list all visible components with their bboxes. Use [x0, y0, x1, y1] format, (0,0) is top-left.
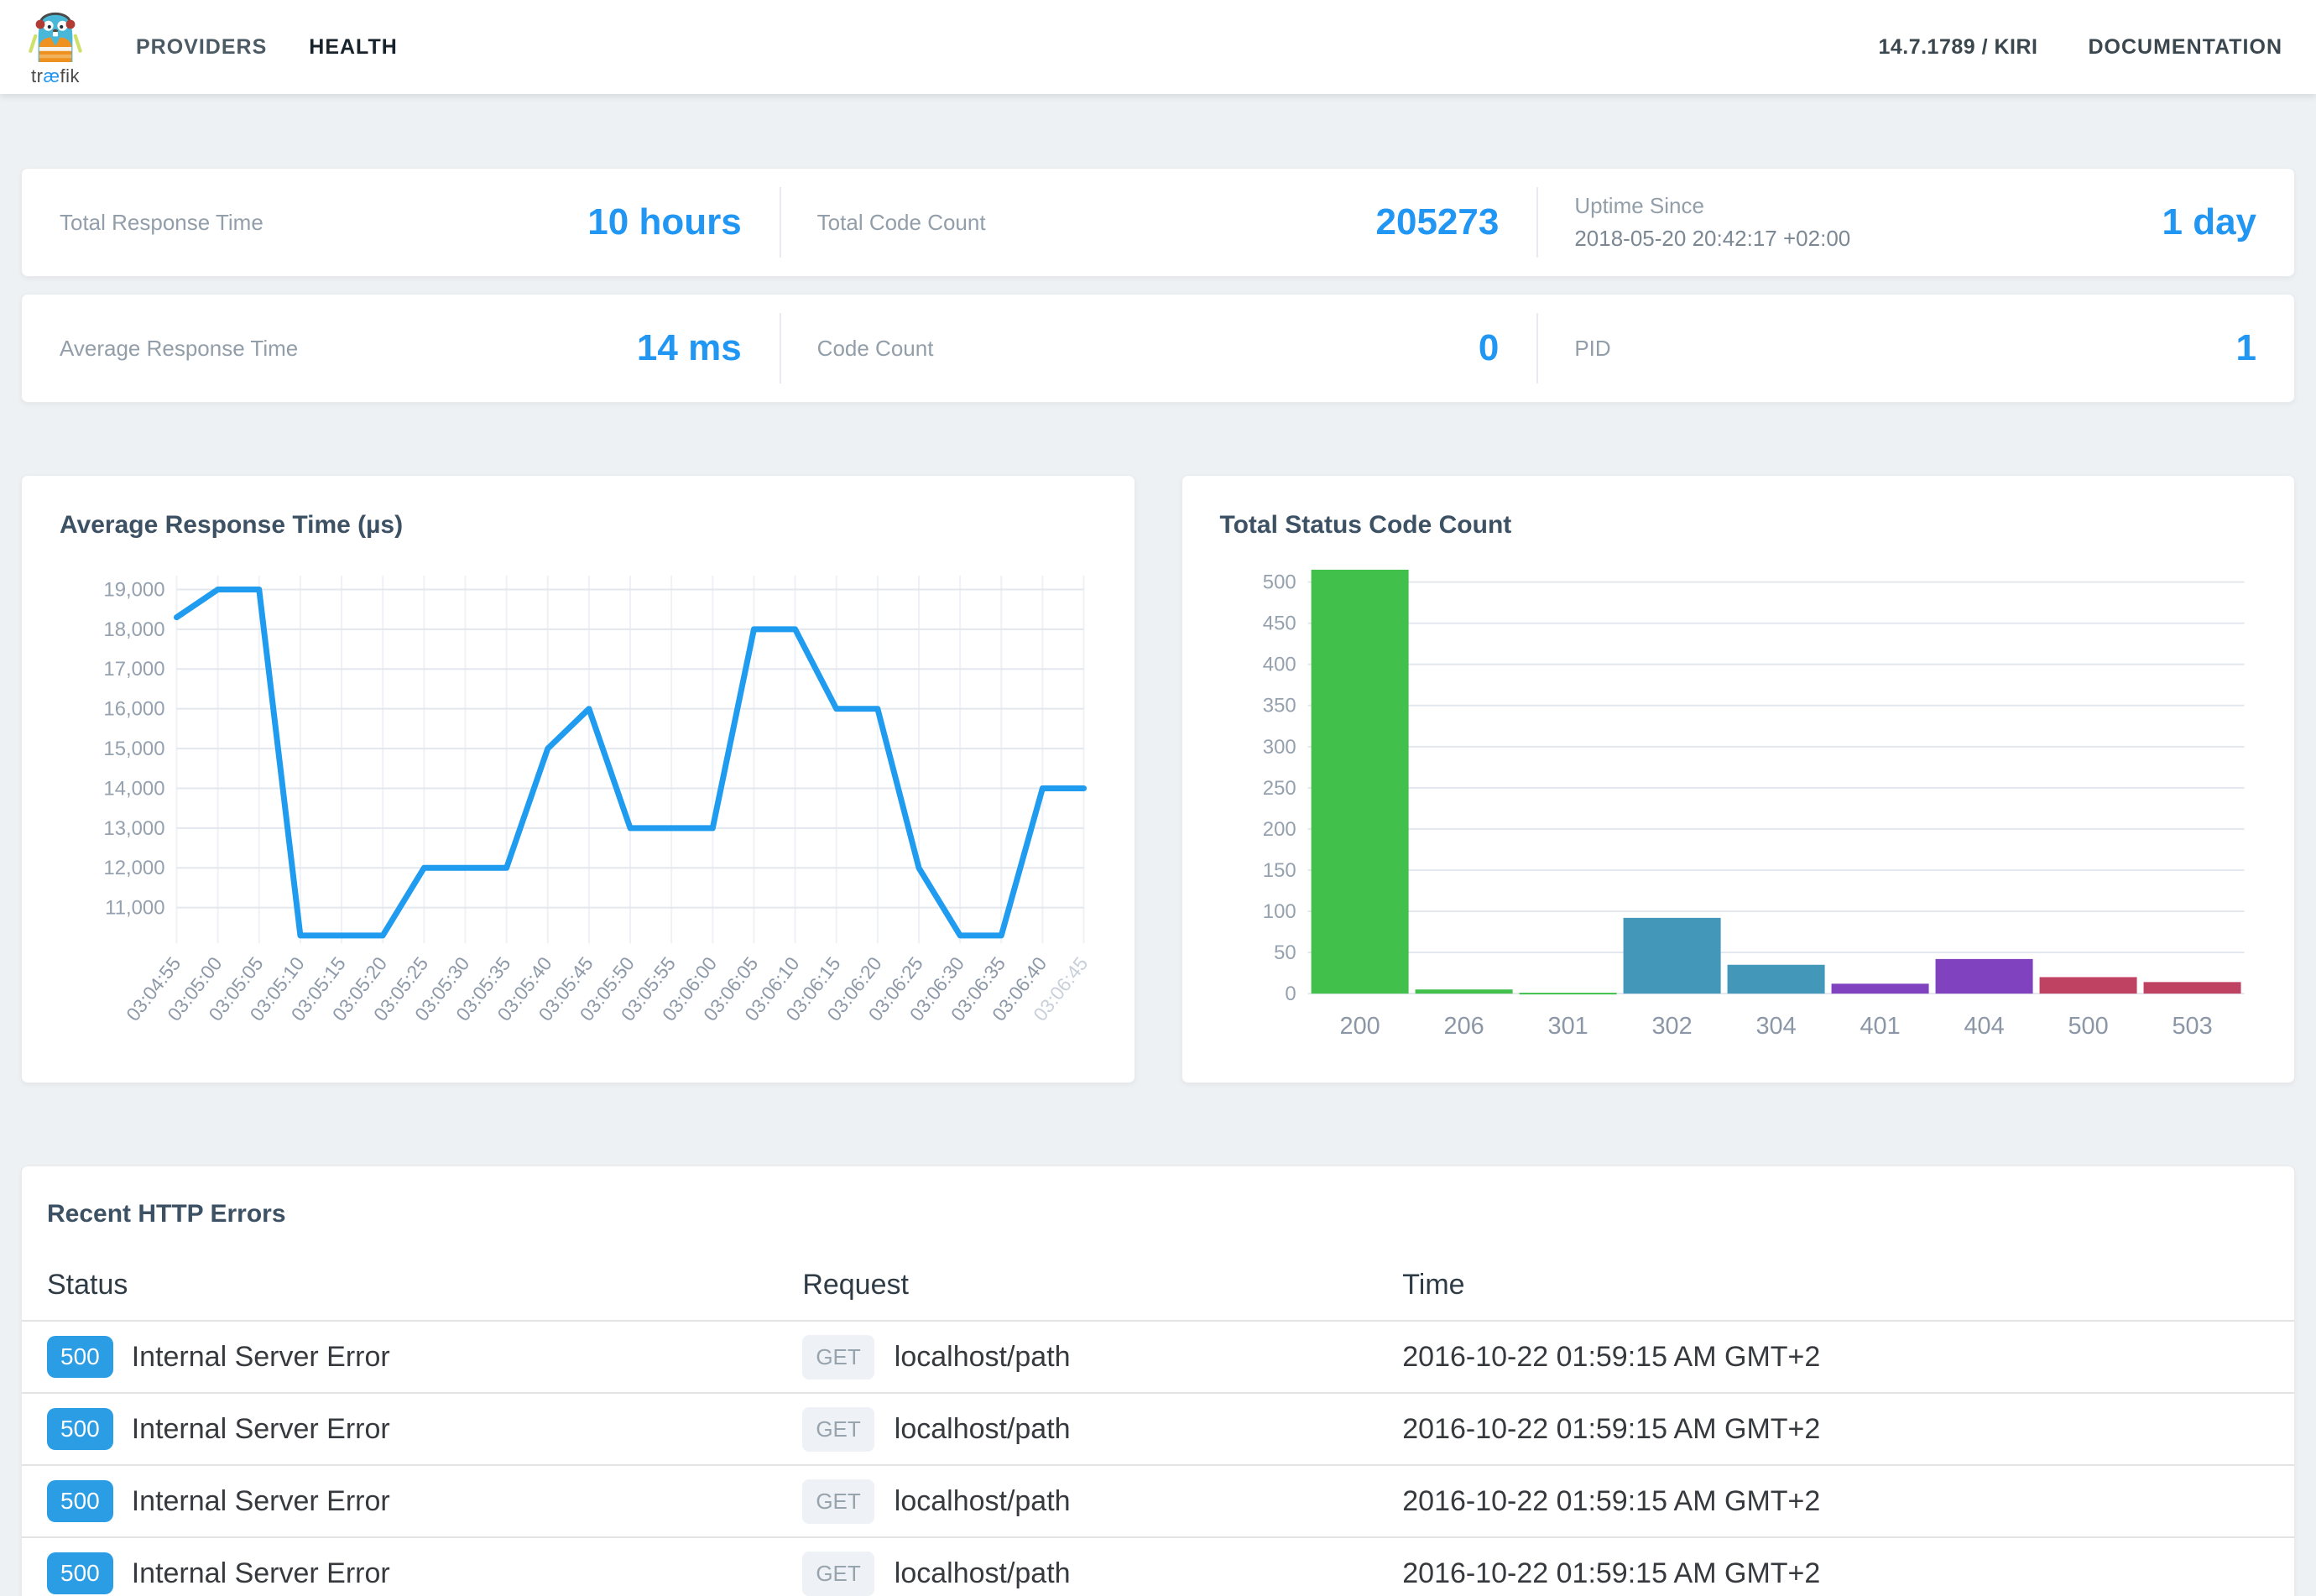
- bar-chart-title: Total Status Code Count: [1220, 511, 2257, 540]
- status-code-chart-card: Total Status Code Count 0 50 100 150 200 250 3…: [1181, 475, 2296, 1083]
- method-badge: GET: [802, 1552, 874, 1596]
- errors-table-title: Recent HTTP Errors: [22, 1200, 2294, 1228]
- stat-uptime-date: 2018-05-20 20:42:17 +02:00: [1574, 226, 1850, 252]
- table-row: 500 Internal Server Error GET localhost/pat…: [22, 1392, 2294, 1464]
- stat-value: 205273: [1376, 201, 1500, 243]
- errors-table-body: 500 Internal Server Error GET localhost/pat…: [22, 1320, 2294, 1596]
- method-badge: GET: [802, 1335, 874, 1380]
- nav-item-documentation[interactable]: DOCUMENTATION: [2089, 35, 2283, 60]
- nav-item-providers[interactable]: PROVIDERS: [136, 35, 267, 60]
- stat-pid: PID 1: [1536, 295, 2294, 402]
- stat-label: Total Code Count: [817, 210, 986, 236]
- status-text: Internal Server Error: [132, 1485, 390, 1518]
- stat-label: Average Response Time: [60, 336, 298, 362]
- response-time-chart-card: Average Response Time (µs) 11,00012,0001…: [21, 475, 1135, 1083]
- recent-errors-card: Recent HTTP Errors Status Request Time 5…: [21, 1166, 2295, 1596]
- traefik-gopher-icon: [25, 7, 86, 67]
- stat-label: PID: [1574, 336, 1610, 362]
- status-badge: 500: [47, 1480, 113, 1522]
- svg-text:19,000: 19,000: [103, 578, 164, 601]
- response-time-line-chart: 11,000 12,000 13,000 14,000 15,000 16,000 17,0…: [60, 555, 1097, 1073]
- error-time: 2016-10-22 01:59:15 AM GMT+2: [1402, 1413, 2269, 1446]
- column-header-request: Request: [802, 1257, 1402, 1320]
- column-header-time: Time: [1402, 1257, 2269, 1320]
- table-row: 500 Internal Server Error GET localhost/pat…: [22, 1536, 2294, 1596]
- status-text: Internal Server Error: [132, 1413, 390, 1446]
- svg-text:100: 100: [1262, 900, 1296, 923]
- request-path: localhost/path: [895, 1341, 1071, 1374]
- logo-text: træfik: [31, 65, 80, 87]
- request-path: localhost/path: [895, 1557, 1071, 1590]
- stat-value: 1 day: [2162, 201, 2257, 243]
- status-text: Internal Server Error: [132, 1341, 390, 1374]
- svg-text:200: 200: [1339, 1013, 1380, 1040]
- stat-value: 10 hours: [587, 201, 741, 243]
- error-time: 2016-10-22 01:59:15 AM GMT+2: [1402, 1485, 2269, 1518]
- svg-text:15,000: 15,000: [103, 738, 164, 760]
- stat-total-response-time: Total Response Time 10 hours: [22, 169, 780, 276]
- version-label: 14.7.1789 / KIRI: [1878, 35, 2037, 60]
- svg-text:16,000: 16,000: [103, 698, 164, 721]
- line-chart-title: Average Response Time (µs): [60, 511, 1097, 540]
- svg-text:450: 450: [1262, 613, 1296, 635]
- stat-uptime-since: Uptime Since 2018-05-20 20:42:17 +02:00 …: [1536, 169, 2294, 276]
- svg-text:11,000: 11,000: [105, 897, 164, 920]
- svg-text:14,000: 14,000: [103, 777, 164, 800]
- stat-label: Code Count: [817, 336, 934, 362]
- top-nav: træfik PROVIDERS HEALTH 14.7.1789 / KIRI…: [0, 0, 2316, 94]
- svg-text:150: 150: [1262, 859, 1296, 882]
- status-text: Internal Server Error: [132, 1557, 390, 1590]
- table-row: 500 Internal Server Error GET localhost/pat…: [22, 1320, 2294, 1392]
- status-badge: 500: [47, 1408, 113, 1450]
- errors-table-header: Status Request Time: [22, 1257, 2294, 1320]
- svg-text:200: 200: [1262, 818, 1296, 841]
- stat-code-count: Code Count 0: [780, 295, 1537, 402]
- stat-total-code-count: Total Code Count 205273: [780, 169, 1537, 276]
- svg-text:18,000: 18,000: [103, 618, 164, 641]
- table-row: 500 Internal Server Error GET localhost/pat…: [22, 1464, 2294, 1536]
- error-time: 2016-10-22 01:59:15 AM GMT+2: [1402, 1557, 2269, 1590]
- svg-text:250: 250: [1262, 777, 1296, 800]
- svg-text:350: 350: [1262, 695, 1296, 717]
- stat-value: 14 ms: [637, 327, 742, 369]
- svg-text:17,000: 17,000: [103, 658, 164, 681]
- status-badge: 500: [47, 1552, 113, 1594]
- error-time: 2016-10-22 01:59:15 AM GMT+2: [1402, 1341, 2269, 1374]
- svg-text:500: 500: [1262, 571, 1296, 594]
- stat-label: Uptime Since: [1574, 193, 1850, 219]
- method-badge: GET: [802, 1479, 874, 1524]
- svg-text:206: 206: [1443, 1013, 1484, 1040]
- svg-text:302: 302: [1651, 1013, 1692, 1040]
- request-path: localhost/path: [895, 1413, 1071, 1446]
- svg-text:500: 500: [2068, 1013, 2108, 1040]
- svg-text:50: 50: [1274, 941, 1296, 964]
- status-code-bar-chart: 0 50 100 150 200 250 300 350 400 450 500 200 206 301 3…: [1220, 555, 2257, 1056]
- method-badge: GET: [802, 1407, 874, 1452]
- stat-average-response-time: Average Response Time 14 ms: [22, 295, 780, 402]
- stat-label: Total Response Time: [60, 210, 263, 236]
- stats-card-totals: Total Response Time 10 hours Total Code …: [21, 168, 2295, 277]
- svg-text:401: 401: [1860, 1013, 1900, 1040]
- traefik-logo[interactable]: træfik: [25, 7, 86, 87]
- svg-text:300: 300: [1262, 736, 1296, 759]
- status-badge: 500: [47, 1336, 113, 1378]
- svg-text:404: 404: [1964, 1013, 2004, 1040]
- svg-text:503: 503: [2172, 1013, 2212, 1040]
- svg-text:400: 400: [1262, 654, 1296, 676]
- svg-text:13,000: 13,000: [103, 817, 164, 840]
- svg-text:304: 304: [1755, 1013, 1796, 1040]
- column-header-status: Status: [47, 1257, 802, 1320]
- stat-value: 1: [2236, 327, 2256, 369]
- stats-card-current: Average Response Time 14 ms Code Count 0…: [21, 294, 2295, 403]
- request-path: localhost/path: [895, 1485, 1071, 1518]
- svg-text:301: 301: [1547, 1013, 1588, 1040]
- svg-text:12,000: 12,000: [103, 857, 164, 879]
- stat-value: 0: [1479, 327, 1499, 369]
- svg-text:0: 0: [1285, 983, 1296, 1005]
- nav-item-health[interactable]: HEALTH: [309, 35, 398, 60]
